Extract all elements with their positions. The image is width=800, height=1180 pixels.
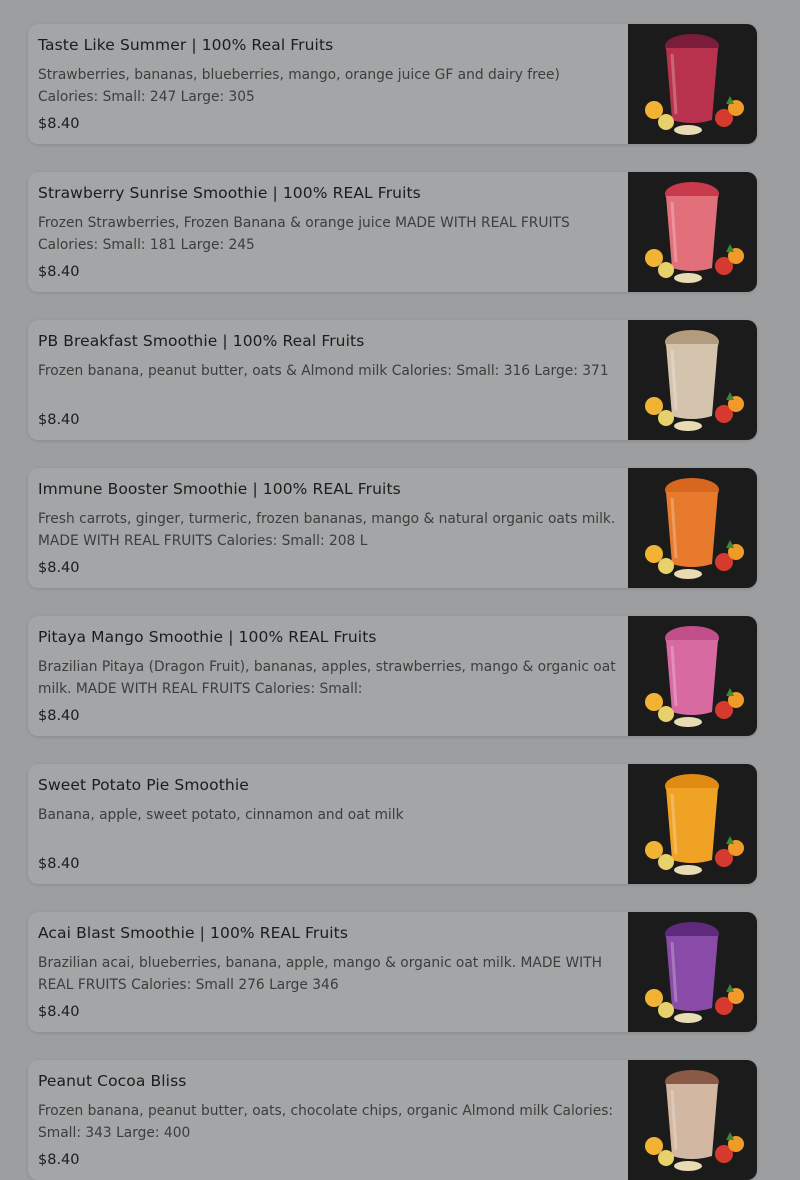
menu-item-description: Strawberries, bananas, blueberries, mang… — [38, 67, 560, 105]
menu-item-info: Sweet Potato Pie Smoothie Banana, apple,… — [38, 764, 623, 884]
menu-item-title: Peanut Cocoa Bliss — [38, 1072, 187, 1090]
menu-item-card-1[interactable]: Taste Like Summer | 100% Real Fruits Str… — [28, 24, 757, 144]
menu-item-title: Taste Like Summer | 100% Real Fruits — [38, 36, 334, 54]
menu-item-description: Banana, apple, sweet potato, cinnamon an… — [38, 807, 404, 823]
menu-item-info: Peanut Cocoa Bliss Frozen banana, peanut… — [38, 1060, 623, 1180]
menu-item-price: $8.40 — [38, 116, 80, 132]
menu-item-image[interactable] — [628, 1060, 757, 1180]
menu-item-card-8[interactable]: Peanut Cocoa Bliss Frozen banana, peanut… — [28, 1060, 757, 1180]
menu-item-info: Acai Blast Smoothie | 100% REAL Fruits B… — [38, 912, 623, 1032]
menu-item-image[interactable] — [628, 172, 757, 292]
menu-item-info: Pitaya Mango Smoothie | 100% REAL Fruits… — [38, 616, 623, 736]
menu-item-card-5[interactable]: Pitaya Mango Smoothie | 100% REAL Fruits… — [28, 616, 757, 736]
menu-item-card-6[interactable]: Sweet Potato Pie Smoothie Banana, apple,… — [28, 764, 757, 884]
menu-item-description: Brazilian acai, blueberries, banana, app… — [38, 955, 603, 993]
menu-item-title: Strawberry Sunrise Smoothie | 100% REAL … — [38, 184, 421, 202]
menu-item-description: Brazilian Pitaya (Dragon Fruit), bananas… — [38, 659, 616, 697]
menu-item-description: Frozen Strawberries, Frozen Banana & ora… — [38, 215, 570, 253]
menu-item-card-2[interactable]: Strawberry Sunrise Smoothie | 100% REAL … — [28, 172, 757, 292]
menu-item-price: $8.40 — [38, 1004, 80, 1020]
menu-item-info: Immune Booster Smoothie | 100% REAL Frui… — [38, 468, 623, 588]
smoothie-cup-icon — [645, 478, 744, 579]
menu-item-card-7[interactable]: Acai Blast Smoothie | 100% REAL Fruits B… — [28, 912, 757, 1032]
menu-item-title: Immune Booster Smoothie | 100% REAL Frui… — [38, 480, 401, 498]
menu-item-card-3[interactable]: PB Breakfast Smoothie | 100% Real Fruits… — [28, 320, 757, 440]
menu-item-image[interactable] — [628, 764, 757, 884]
smoothie-cup-icon — [645, 626, 744, 727]
menu-item-price: $8.40 — [38, 560, 80, 576]
menu-item-image[interactable] — [628, 912, 757, 1032]
menu-item-image[interactable] — [628, 468, 757, 588]
menu-list: Taste Like Summer | 100% Real Fruits Str… — [0, 0, 800, 1180]
smoothie-cup-icon — [645, 330, 744, 431]
smoothie-cup-icon — [645, 182, 744, 283]
menu-item-description: Frozen banana, peanut butter, oats & Alm… — [38, 363, 609, 379]
menu-item-title: PB Breakfast Smoothie | 100% Real Fruits — [38, 332, 365, 350]
menu-item-title: Pitaya Mango Smoothie | 100% REAL Fruits — [38, 628, 377, 646]
menu-item-info: PB Breakfast Smoothie | 100% Real Fruits… — [38, 320, 623, 440]
smoothie-cup-icon — [645, 34, 744, 135]
menu-item-description: Frozen banana, peanut butter, oats, choc… — [38, 1103, 614, 1141]
menu-item-description: Fresh carrots, ginger, turmeric, frozen … — [38, 511, 616, 549]
menu-item-image[interactable] — [628, 320, 757, 440]
menu-item-info: Strawberry Sunrise Smoothie | 100% REAL … — [38, 172, 623, 292]
menu-item-image[interactable] — [628, 616, 757, 736]
menu-item-title: Sweet Potato Pie Smoothie — [38, 776, 249, 794]
menu-item-price: $8.40 — [38, 708, 80, 724]
menu-item-price: $8.40 — [38, 412, 80, 428]
menu-item-price: $8.40 — [38, 264, 80, 280]
smoothie-cup-icon — [645, 922, 744, 1023]
menu-item-image[interactable] — [628, 24, 757, 144]
menu-item-title: Acai Blast Smoothie | 100% REAL Fruits — [38, 924, 349, 942]
smoothie-cup-icon — [645, 1070, 744, 1171]
menu-item-price: $8.40 — [38, 1152, 80, 1168]
menu-item-price: $8.40 — [38, 856, 80, 872]
smoothie-cup-icon — [645, 774, 744, 875]
menu-item-info: Taste Like Summer | 100% Real Fruits Str… — [38, 24, 623, 144]
menu-item-card-4[interactable]: Immune Booster Smoothie | 100% REAL Frui… — [28, 468, 757, 588]
